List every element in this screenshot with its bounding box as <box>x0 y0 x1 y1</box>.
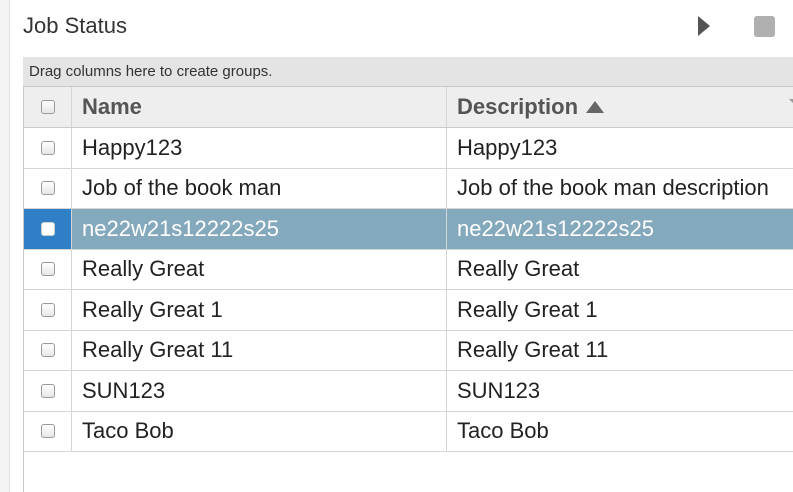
row-description-cell[interactable]: Really Great <box>447 250 793 290</box>
row-check-cell <box>24 411 72 451</box>
row-name-cell[interactable]: Happy123 <box>72 128 447 168</box>
row-description-cell[interactable]: ne22w21s12222s25 <box>447 209 793 249</box>
row-checkbox[interactable] <box>40 383 55 398</box>
stop-job-button[interactable] <box>752 14 776 38</box>
table-row[interactable]: Job of the book man Job of the book man d… <box>24 168 793 209</box>
row-checkbox[interactable] <box>40 343 55 358</box>
row-check-cell <box>24 209 72 249</box>
row-check-cell <box>24 249 72 289</box>
panel-title: Job Status <box>23 13 127 38</box>
select-all-checkbox[interactable] <box>40 100 55 114</box>
row-name-cell[interactable]: Taco Bob <box>72 411 447 451</box>
row-description-cell[interactable]: Taco Bob <box>447 412 793 452</box>
play-icon <box>698 16 710 36</box>
panel-left-border <box>0 0 10 492</box>
column-header-name[interactable]: Name <box>72 87 447 127</box>
table-row[interactable]: Taco Bob Taco Bob <box>24 411 793 452</box>
row-description-cell[interactable]: Really Great 1 <box>447 290 793 330</box>
job-grid: Name Description Happy123 Happy123 Job of … <box>23 86 793 492</box>
column-header-name-label: Name <box>82 94 142 119</box>
column-header-description-label: Description <box>457 94 579 119</box>
table-row[interactable]: Really Great Really Great <box>24 249 793 290</box>
row-description-cell[interactable]: Really Great 11 <box>447 331 793 371</box>
row-description-cell[interactable]: SUN123 <box>447 371 793 411</box>
row-checkbox[interactable] <box>40 181 55 196</box>
row-checkbox[interactable] <box>40 424 55 439</box>
filter-icon[interactable] <box>789 99 793 111</box>
row-name-cell[interactable]: Really Great <box>72 249 447 289</box>
row-checkbox[interactable] <box>40 262 55 277</box>
row-check-cell <box>24 168 72 208</box>
sort-ascending-icon <box>586 101 605 113</box>
row-name-cell[interactable]: Really Great 1 <box>72 290 447 330</box>
row-name-cell[interactable]: Really Great 11 <box>72 330 447 370</box>
row-checkbox[interactable] <box>40 221 55 236</box>
run-job-button[interactable] <box>693 14 715 38</box>
row-check-cell <box>24 330 72 370</box>
row-checkbox[interactable] <box>40 140 55 155</box>
header-check-cell <box>24 87 72 127</box>
group-drop-area[interactable]: Drag columns here to create groups. <box>23 57 793 86</box>
grid-header: Name Description <box>24 87 793 128</box>
row-name-cell[interactable]: SUN123 <box>72 371 447 411</box>
row-name-cell[interactable]: ne22w21s12222s25 <box>72 209 447 249</box>
stop-icon <box>753 15 775 37</box>
row-check-cell <box>24 290 72 330</box>
table-row[interactable]: Happy123 Happy123 <box>24 128 793 169</box>
table-row[interactable]: Really Great 11 Really Great 11 <box>24 330 793 371</box>
table-row[interactable]: ne22w21s12222s25 ne22w21s12222s25 <box>24 209 793 250</box>
row-name-cell[interactable]: Job of the book man <box>72 168 447 208</box>
column-header-description[interactable]: Description <box>447 87 793 127</box>
row-description-cell[interactable]: Happy123 <box>447 128 793 168</box>
row-checkbox[interactable] <box>40 302 55 317</box>
row-check-cell <box>24 128 72 168</box>
row-description-cell[interactable]: Job of the book man description <box>447 169 793 209</box>
row-check-cell <box>24 371 72 411</box>
table-row[interactable]: Really Great 1 Really Great 1 <box>24 290 793 331</box>
table-row[interactable]: SUN123 SUN123 <box>24 371 793 412</box>
